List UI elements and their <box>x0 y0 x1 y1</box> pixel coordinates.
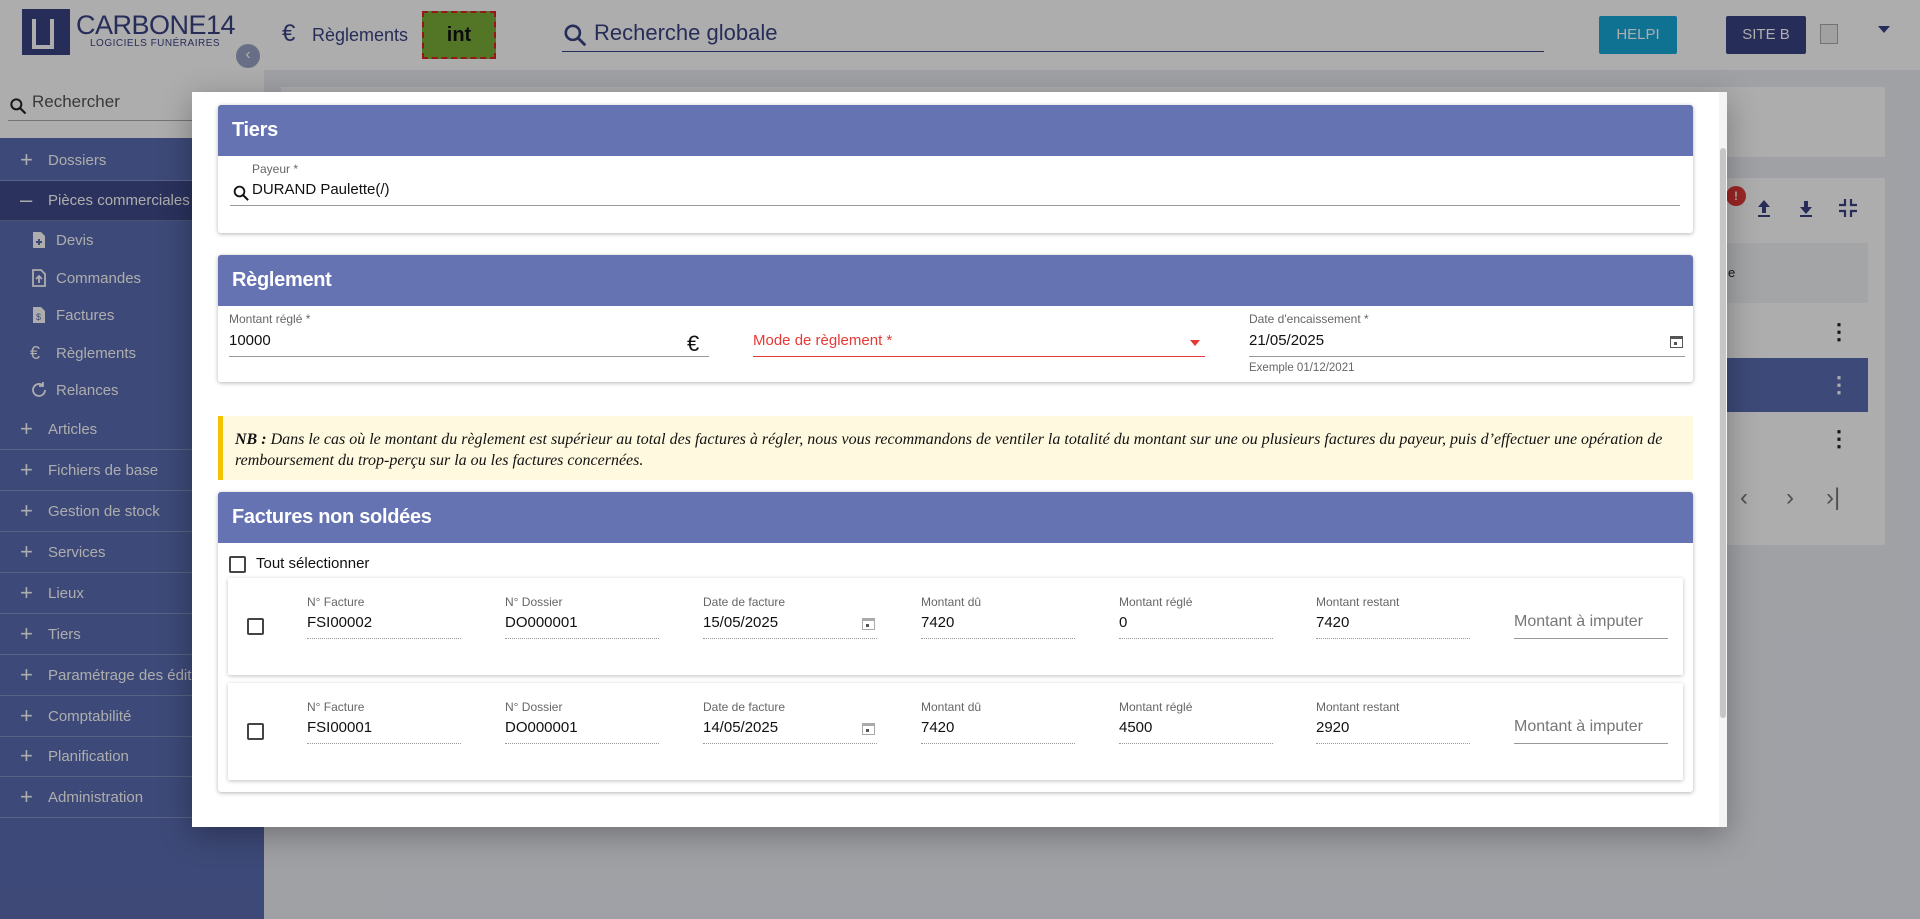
scrollbar-thumb[interactable] <box>1720 148 1726 718</box>
modal-scrollbar[interactable] <box>1719 92 1727 827</box>
column-label: N° Dossier <box>505 595 563 609</box>
date-encaissement-label: Date d'encaissement * <box>1249 312 1369 326</box>
row-checkbox[interactable] <box>247 723 264 740</box>
reglement-section: Règlement Montant réglé * 10000 € Mode d… <box>218 255 1693 382</box>
note-prefix: NB : <box>235 431 267 448</box>
date-hint: Exemple 01/12/2021 <box>1249 362 1355 374</box>
calendar-icon <box>862 618 875 630</box>
column-label: N° Facture <box>307 700 365 714</box>
dossier-number: DO000001 <box>505 719 578 736</box>
payeur-label: Payeur * <box>252 162 299 176</box>
amount-remaining: 7420 <box>1316 614 1350 631</box>
invoice-number: FSI00002 <box>307 614 373 631</box>
select-all-label: Tout sélectionner <box>256 555 370 572</box>
column-label: Montant réglé <box>1119 595 1193 609</box>
column-label: Date de facture <box>703 595 786 609</box>
select-all-checkbox[interactable] <box>229 556 246 573</box>
payeur-field[interactable]: DURAND Paulette(/) <box>252 181 390 198</box>
invoice-date: 14/05/2025 <box>703 719 779 736</box>
euro-icon: € <box>687 331 700 356</box>
column-label: N° Dossier <box>505 700 563 714</box>
section-title: Factures non soldées <box>232 506 432 528</box>
note-text: Dans le cas où le montant du règlement e… <box>235 431 1663 469</box>
section-title: Règlement <box>232 269 332 291</box>
amount-to-allocate-input[interactable]: Montant à imputer <box>1514 718 1643 736</box>
info-note: NB : Dans le cas où le montant du règlem… <box>218 416 1693 480</box>
tiers-section: Tiers Payeur * DURAND Paulette(/) <box>218 105 1693 233</box>
amount-paid: 0 <box>1119 614 1128 631</box>
section-header: Tiers <box>218 105 1693 156</box>
dropdown-arrow-icon[interactable] <box>1190 340 1200 346</box>
column-label: Montant dû <box>921 595 982 609</box>
invoice-date: 15/05/2025 <box>703 614 779 631</box>
calendar-icon <box>862 723 875 735</box>
column-label: Montant restant <box>1316 700 1400 714</box>
invoice-number: FSI00001 <box>307 719 373 736</box>
amount-due: 7420 <box>921 719 955 736</box>
column-label: N° Facture <box>307 595 365 609</box>
column-label: Montant réglé <box>1119 700 1193 714</box>
amount-to-allocate-input[interactable]: Montant à imputer <box>1514 613 1643 631</box>
column-label: Montant dû <box>921 700 982 714</box>
date-encaissement-field[interactable]: 21/05/2025 <box>1249 332 1324 349</box>
montant-regle-field[interactable]: 10000 <box>229 332 271 349</box>
amount-remaining: 2920 <box>1316 719 1350 736</box>
section-header: Factures non soldées <box>218 492 1693 543</box>
payment-modal: Tiers Payeur * DURAND Paulette(/) Règlem… <box>192 92 1727 827</box>
invoice-row: N° Facture FSI00002 N° Dossier DO000001 … <box>228 578 1683 675</box>
section-title: Tiers <box>232 119 278 141</box>
montant-regle-label: Montant réglé * <box>229 312 311 326</box>
amount-paid: 4500 <box>1119 719 1153 736</box>
dossier-number: DO000001 <box>505 614 578 631</box>
search-icon <box>233 185 249 201</box>
section-header: Règlement <box>218 255 1693 306</box>
column-label: Date de facture <box>703 700 786 714</box>
amount-due: 7420 <box>921 614 955 631</box>
invoice-row: N° Facture FSI00001 N° Dossier DO000001 … <box>228 683 1683 780</box>
mode-reglement-select[interactable]: Mode de règlement * <box>753 332 892 349</box>
row-checkbox[interactable] <box>247 618 264 635</box>
column-label: Montant restant <box>1316 595 1400 609</box>
calendar-icon[interactable] <box>1670 336 1683 348</box>
